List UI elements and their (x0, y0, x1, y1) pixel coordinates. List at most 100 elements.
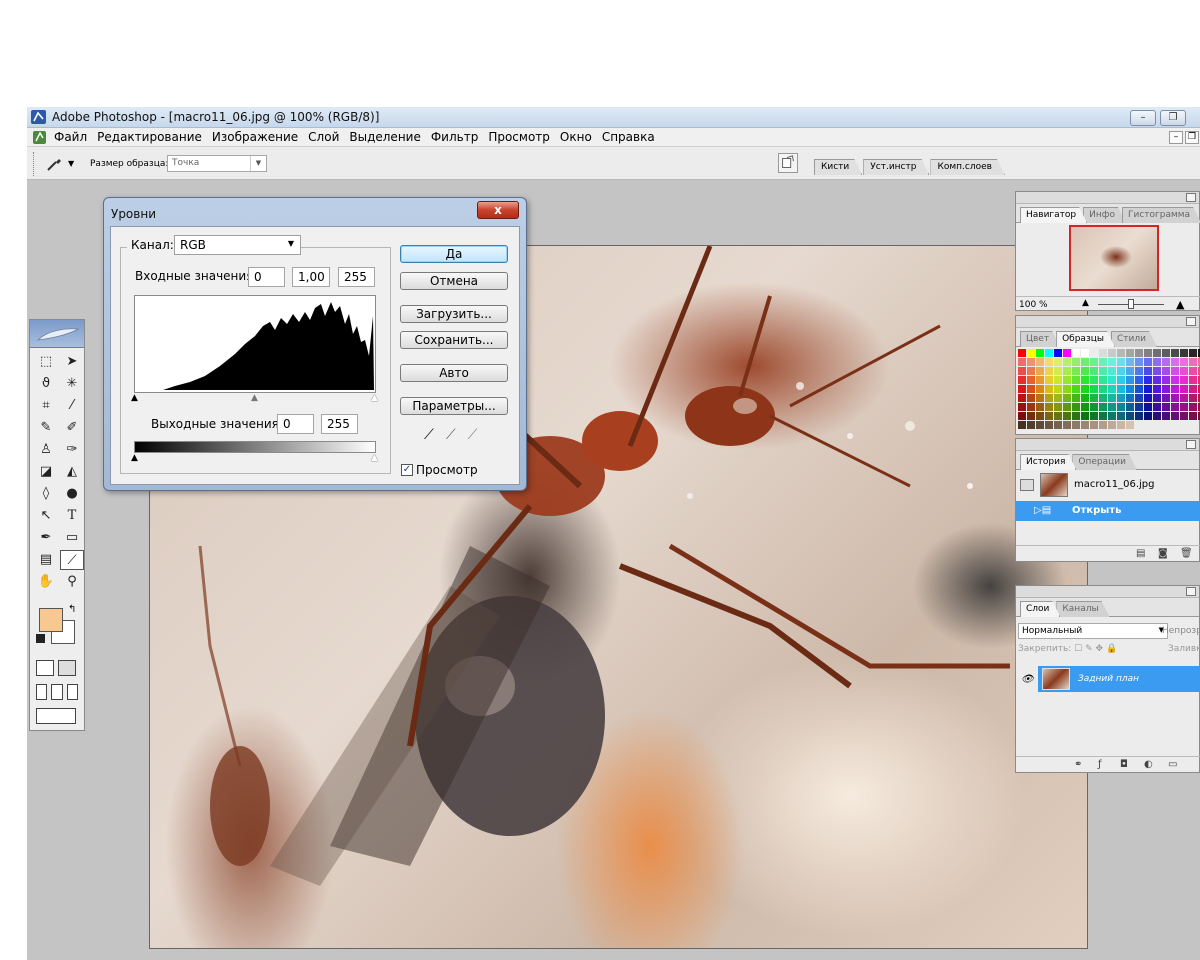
input-white-slider-icon[interactable]: ▲ (371, 394, 378, 403)
default-colors-icon[interactable] (36, 634, 45, 643)
swatch-color[interactable] (1090, 376, 1098, 384)
swatch-color[interactable] (1090, 403, 1098, 411)
tab-layers[interactable]: Слои (1020, 601, 1060, 617)
doc-restore-button[interactable]: ❐ (1185, 131, 1199, 144)
lock-pixels-icon[interactable]: ✎ (1085, 644, 1093, 654)
zoom-value[interactable]: 100 % (1019, 300, 1048, 310)
magic-wand-tool-icon[interactable]: ✳ (60, 374, 84, 394)
swatch-color[interactable] (1180, 349, 1188, 357)
tab-channels[interactable]: Каналы (1056, 601, 1109, 617)
swatch-color[interactable] (1063, 394, 1071, 402)
swatch-color[interactable] (1108, 412, 1116, 420)
eyedropper-tool-icon[interactable] (45, 155, 63, 173)
swatch-color[interactable] (1144, 394, 1152, 402)
swatch-color[interactable] (1045, 349, 1053, 357)
white-eyedropper-icon[interactable]: ⟋ (468, 427, 478, 443)
tab-color[interactable]: Цвет (1020, 331, 1060, 347)
swatch-color[interactable] (1171, 349, 1179, 357)
swatch-color[interactable] (1063, 367, 1071, 375)
panel-header[interactable] (1016, 439, 1199, 451)
swatch-color[interactable] (1144, 412, 1152, 420)
menu-image[interactable]: Изображение (207, 130, 303, 144)
input-gamma-slider-icon[interactable]: ▲ (251, 394, 258, 403)
full-screen-menu-icon[interactable] (51, 684, 63, 700)
swatch-color[interactable] (1072, 403, 1080, 411)
swatch-color[interactable] (1153, 358, 1161, 366)
output-black-field[interactable]: 0 (277, 414, 314, 434)
swatch-color[interactable] (1126, 376, 1134, 384)
swatch-color[interactable] (1090, 367, 1098, 375)
swatch-color[interactable] (1054, 412, 1062, 420)
standard-mode-icon[interactable] (36, 660, 54, 676)
swatch-color[interactable] (1153, 376, 1161, 384)
tab-info[interactable]: Инфо (1083, 207, 1126, 223)
path-selection-tool-icon[interactable]: ↖ (34, 506, 58, 526)
eye-icon[interactable]: 👁 (1021, 674, 1034, 685)
panel-minimize-icon[interactable] (1186, 440, 1196, 449)
swatch-color[interactable] (1180, 403, 1188, 411)
eyedropper-tool-icon[interactable]: ⟋ (60, 550, 84, 570)
swatch-color[interactable] (1072, 412, 1080, 420)
swatch-color[interactable] (1036, 394, 1044, 402)
swatch-color[interactable] (1054, 421, 1062, 429)
swatch-color[interactable] (1045, 385, 1053, 393)
swatch-color[interactable] (1018, 403, 1026, 411)
load-button[interactable]: Загрузить... (400, 305, 508, 323)
swatch-color[interactable] (1027, 358, 1035, 366)
swatch-color[interactable] (1072, 385, 1080, 393)
swatch-color[interactable] (1180, 367, 1188, 375)
swatch-color[interactable] (1072, 367, 1080, 375)
lock-all-icon[interactable]: 🔒 (1106, 644, 1117, 654)
panel-minimize-icon[interactable] (1186, 317, 1196, 326)
output-white-field[interactable]: 255 (321, 414, 358, 434)
swatch-color[interactable] (1171, 376, 1179, 384)
menu-filter[interactable]: Фильтр (426, 130, 483, 144)
swatch-color[interactable] (1099, 358, 1107, 366)
swatch-color[interactable] (1036, 385, 1044, 393)
input-black-field[interactable]: 0 (248, 267, 285, 287)
swatch-color[interactable] (1036, 421, 1044, 429)
close-button[interactable]: x (477, 201, 519, 219)
zoom-tool-icon[interactable]: ⚲ (60, 572, 84, 592)
swatch-color[interactable] (1054, 403, 1062, 411)
swatch-color[interactable] (1090, 412, 1098, 420)
swatch-color[interactable] (1081, 349, 1089, 357)
lasso-tool-icon[interactable]: ϑ (34, 374, 58, 394)
swatch-color[interactable] (1135, 394, 1143, 402)
swatch-color[interactable] (1027, 367, 1035, 375)
swatch-color[interactable] (1117, 412, 1125, 420)
swatch-color[interactable] (1018, 394, 1026, 402)
swatch-color[interactable] (1054, 376, 1062, 384)
swatch-color[interactable] (1126, 412, 1134, 420)
lock-transparency-icon[interactable]: ☐ (1074, 644, 1082, 654)
swatch-color[interactable] (1108, 358, 1116, 366)
input-gamma-field[interactable]: 1,00 (292, 267, 330, 287)
paint-bucket-tool-icon[interactable]: ◭ (60, 462, 84, 482)
swatch-color[interactable] (1018, 421, 1026, 429)
swatch-color[interactable] (1063, 403, 1071, 411)
swatch-color[interactable] (1036, 412, 1044, 420)
panel-minimize-icon[interactable] (1186, 587, 1196, 596)
swatch-color[interactable] (1171, 412, 1179, 420)
swatch-color[interactable] (1162, 394, 1170, 402)
swatch-color[interactable] (1063, 358, 1071, 366)
swatch-color[interactable] (1045, 376, 1053, 384)
swatch-color[interactable] (1027, 403, 1035, 411)
move-tool-icon[interactable]: ➤ (60, 352, 84, 372)
swatch-color[interactable] (1180, 385, 1188, 393)
swatch-color[interactable] (1117, 358, 1125, 366)
swatch-color[interactable] (1054, 385, 1062, 393)
dodge-tool-icon[interactable]: ● (60, 484, 84, 504)
tab-styles[interactable]: Стили (1111, 331, 1157, 347)
swatch-color[interactable] (1153, 367, 1161, 375)
trash-icon[interactable]: 🗑 (1180, 548, 1193, 559)
input-white-field[interactable]: 255 (338, 267, 375, 287)
swatch-color[interactable] (1135, 349, 1143, 357)
swatch-color[interactable] (1189, 394, 1197, 402)
zoom-out-icon[interactable]: ▲ (1082, 298, 1089, 308)
swatch-color[interactable] (1153, 394, 1161, 402)
swatch-color[interactable] (1045, 421, 1053, 429)
swatch-color[interactable] (1153, 385, 1161, 393)
swatch-color[interactable] (1144, 358, 1152, 366)
gray-eyedropper-icon[interactable]: ⟋ (446, 427, 456, 443)
